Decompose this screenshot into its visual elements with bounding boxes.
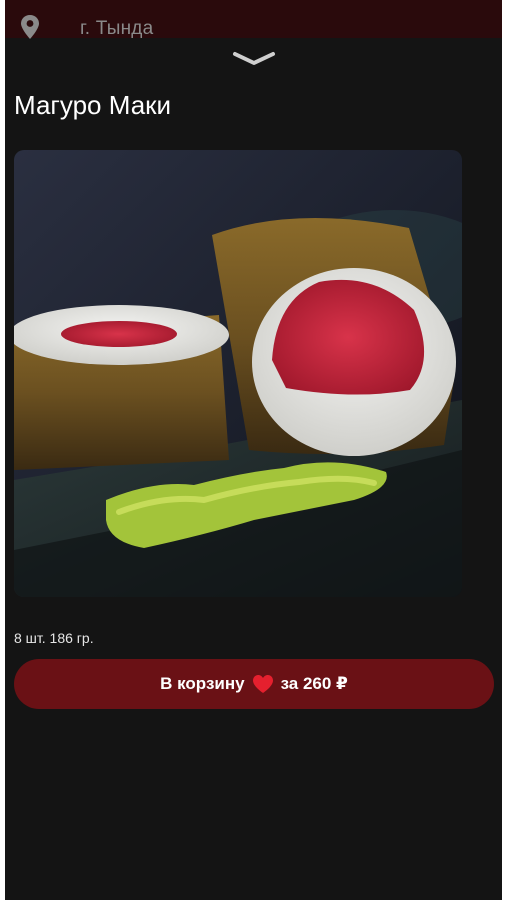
product-image xyxy=(14,150,462,597)
location-bar[interactable]: г. Тында xyxy=(5,0,502,39)
heart-icon xyxy=(252,675,273,693)
price-label: за 260 ₽ xyxy=(280,674,348,693)
city-label: г. Тында xyxy=(80,18,154,39)
product-screen: г. Тында Магуро Маки 8 шт. 186 гр. В кор… xyxy=(5,0,502,900)
add-to-cart-button[interactable]: В корзину за 260 ₽ xyxy=(14,659,494,709)
map-pin-icon xyxy=(21,15,39,39)
product-portion-weight: 8 шт. 186 гр. xyxy=(14,630,94,646)
chevron-down-icon[interactable] xyxy=(229,48,279,70)
product-title: Магуро Маки xyxy=(14,90,172,120)
add-to-cart-label: В корзину xyxy=(160,674,245,693)
